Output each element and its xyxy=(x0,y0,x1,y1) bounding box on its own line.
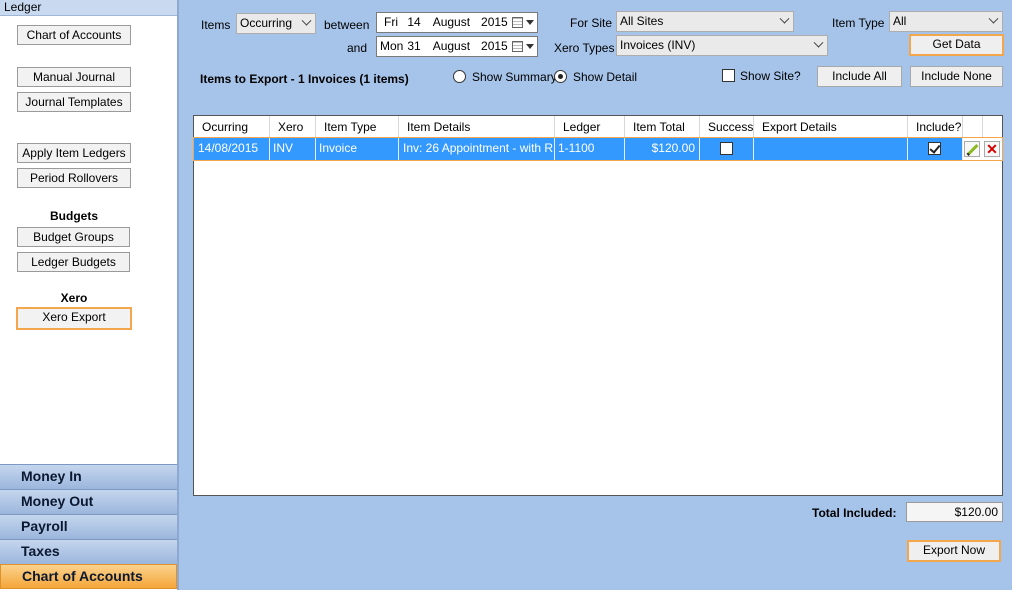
start-date-month: August xyxy=(432,15,471,29)
include-none-button[interactable]: Include None xyxy=(910,66,1003,87)
column-header-export-details[interactable]: Export Details xyxy=(754,116,908,138)
budgets-heading: Budgets xyxy=(50,209,98,223)
end-date-picker[interactable]: Mon 31 August 2015 xyxy=(376,36,538,57)
table-row[interactable]: 14/08/2015 INV Invoice Inv: 26 Appointme… xyxy=(193,137,1003,161)
between-label: between xyxy=(324,18,370,32)
period-rollovers-button[interactable]: Period Rollovers xyxy=(17,168,131,188)
grid-header: Ocurring Xero Item Type Item Details Led… xyxy=(194,116,1002,138)
chevron-down-icon xyxy=(526,20,534,25)
column-header-ledger[interactable]: Ledger xyxy=(555,116,625,138)
show-summary-radio[interactable] xyxy=(453,70,466,83)
cell-xero: INV xyxy=(270,138,316,160)
item-type-select[interactable]: All xyxy=(889,11,1003,32)
show-detail-label: Show Detail xyxy=(573,70,638,84)
chevron-down-icon xyxy=(988,13,999,24)
items-select[interactable]: Occurring xyxy=(236,13,316,34)
success-checkbox[interactable] xyxy=(720,142,733,155)
column-header-item-total[interactable]: Item Total xyxy=(625,116,700,138)
for-site-value: All Sites xyxy=(620,14,664,28)
for-site-select[interactable]: All Sites xyxy=(616,11,794,32)
export-grid: Ocurring Xero Item Type Item Details Led… xyxy=(193,115,1003,496)
and-label: and xyxy=(347,41,368,55)
ledger-budgets-button[interactable]: Ledger Budgets xyxy=(17,252,130,272)
chart-of-accounts-button[interactable]: Chart of Accounts xyxy=(17,25,131,45)
item-type-value: All xyxy=(893,14,907,28)
for-site-label: For Site xyxy=(570,16,613,30)
items-to-export-summary: Items to Export - 1 Invoices (1 items) xyxy=(200,72,409,86)
chevron-down-icon xyxy=(813,37,824,48)
xero-export-button[interactable]: Xero Export xyxy=(16,307,132,330)
end-date-year: 2015 xyxy=(481,39,508,53)
chevron-down-icon xyxy=(779,13,790,24)
cell-ledger: 1-1100 xyxy=(555,138,625,160)
show-detail-radio[interactable] xyxy=(554,70,567,83)
column-header-success[interactable]: Success xyxy=(700,116,754,138)
start-date-year: 2015 xyxy=(481,15,508,29)
items-label: Items xyxy=(201,18,231,32)
total-included-value: $120.00 xyxy=(906,502,1003,522)
cell-item-type: Invoice xyxy=(316,138,399,160)
cell-edit xyxy=(963,138,983,160)
xero-types-label: Xero Types xyxy=(554,41,615,55)
chevron-down-icon xyxy=(301,15,312,26)
pencil-icon[interactable] xyxy=(964,141,980,157)
start-date-day: Fri xyxy=(384,15,398,29)
item-type-label: Item Type xyxy=(832,16,885,30)
column-header-include[interactable]: Include? xyxy=(908,116,963,138)
cell-export-details xyxy=(754,138,908,160)
chevron-down-icon xyxy=(526,44,534,49)
column-header-edit xyxy=(963,116,983,138)
end-date-month: August xyxy=(432,39,471,53)
start-date-dd: 14 xyxy=(407,15,421,29)
manual-journal-button[interactable]: Manual Journal xyxy=(17,67,131,87)
calendar-icon xyxy=(512,41,523,52)
column-header-ocurring[interactable]: Ocurring xyxy=(194,116,270,138)
include-checkbox[interactable] xyxy=(928,142,941,155)
nav-money-in[interactable]: Money In xyxy=(0,464,177,489)
column-header-delete xyxy=(983,116,1002,138)
total-included-label: Total Included: xyxy=(812,506,897,520)
items-select-value: Occurring xyxy=(240,16,293,30)
end-date-dd: 31 xyxy=(407,39,421,53)
sidebar-header: Ledger xyxy=(0,0,177,16)
cell-delete: ✕ xyxy=(983,138,1002,160)
apply-item-ledgers-button[interactable]: Apply Item Ledgers xyxy=(17,143,131,163)
nav-money-out[interactable]: Money Out xyxy=(0,489,177,514)
nav-payroll[interactable]: Payroll xyxy=(0,514,177,539)
budget-groups-button[interactable]: Budget Groups xyxy=(17,227,130,247)
close-icon[interactable]: ✕ xyxy=(984,141,1000,157)
xero-heading: Xero xyxy=(60,291,88,305)
export-now-button[interactable]: Export Now xyxy=(907,540,1001,562)
start-date-picker[interactable]: Fri 14 August 2015 xyxy=(376,12,538,33)
cell-ocurring: 14/08/2015 xyxy=(194,138,270,160)
journal-templates-button[interactable]: Journal Templates xyxy=(17,92,131,112)
show-summary-label: Show Summary xyxy=(472,70,557,84)
column-header-item-type[interactable]: Item Type xyxy=(316,116,399,138)
include-all-button[interactable]: Include All xyxy=(817,66,902,87)
cell-item-details: Inv: 26 Appointment - with R... xyxy=(399,138,555,160)
column-header-item-details[interactable]: Item Details xyxy=(399,116,555,138)
sidebar: Ledger Chart of Accounts Manual Journal … xyxy=(0,0,179,590)
show-site-checkbox[interactable] xyxy=(722,69,735,82)
nav-taxes[interactable]: Taxes xyxy=(0,539,177,564)
nav-chart-of-accounts[interactable]: Chart of Accounts xyxy=(0,564,177,589)
calendar-icon xyxy=(512,17,523,28)
end-date-day: Mon xyxy=(380,39,404,53)
cell-item-total: $120.00 xyxy=(625,138,700,160)
get-data-button[interactable]: Get Data xyxy=(909,34,1004,56)
xero-types-value: Invoices (INV) xyxy=(620,38,696,52)
cell-include xyxy=(908,138,963,160)
column-header-xero[interactable]: Xero xyxy=(270,116,316,138)
cell-success xyxy=(700,138,754,160)
show-site-label: Show Site? xyxy=(740,69,801,83)
xero-types-select[interactable]: Invoices (INV) xyxy=(616,35,828,56)
